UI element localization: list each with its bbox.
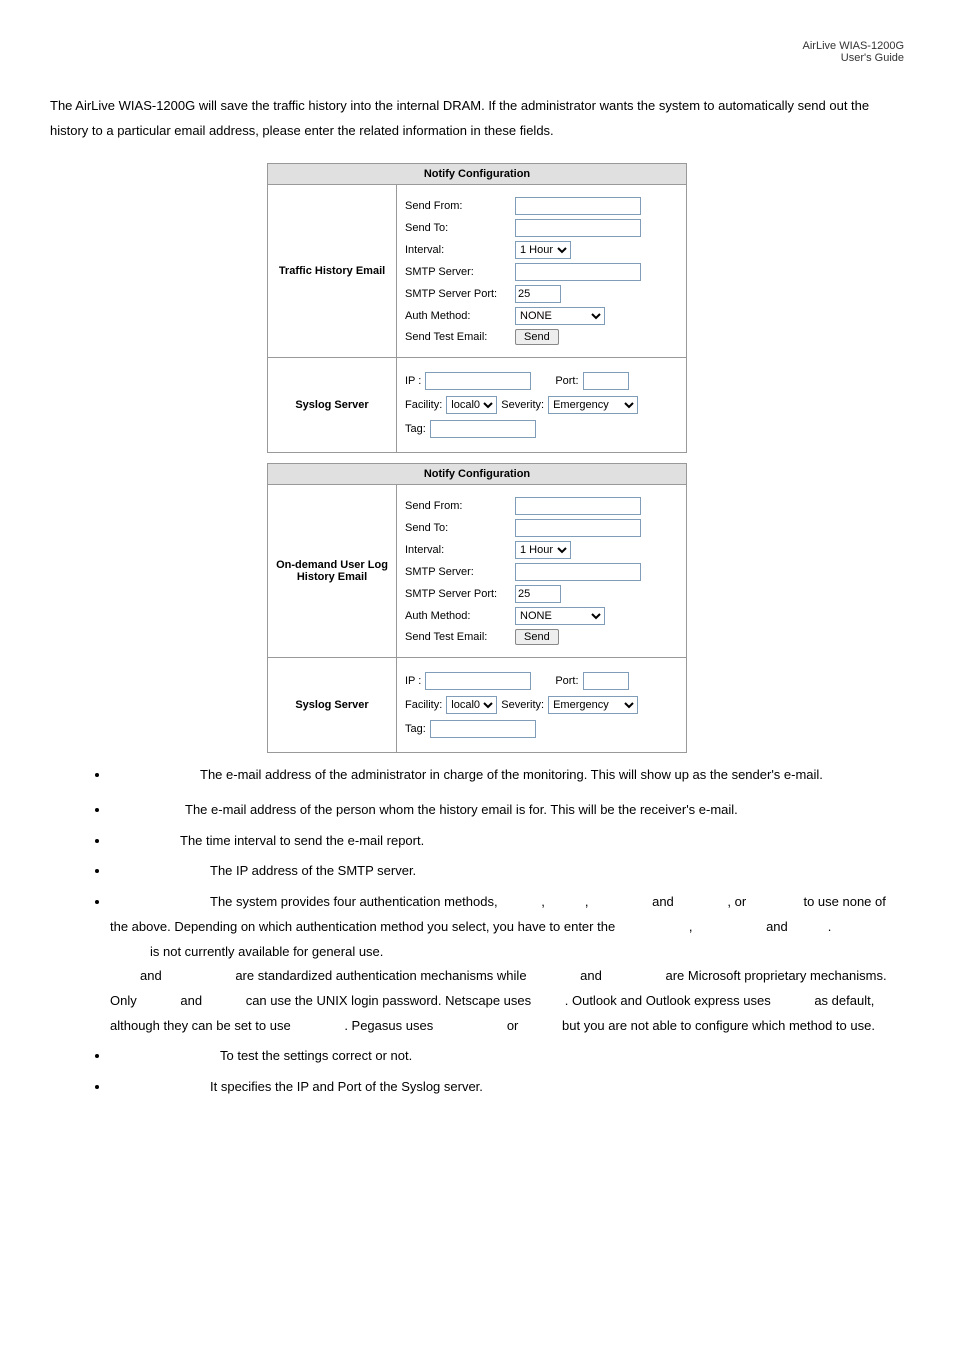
send-to-input-2[interactable] (515, 519, 641, 537)
notify-config-table-1: Notify Configuration Traffic History Ema… (267, 163, 687, 453)
send-from-label: Send From: (405, 200, 515, 212)
section-header-2: Notify Configuration (268, 464, 687, 485)
tag-label: Tag: (405, 423, 426, 435)
doc-header: AirLive WIAS-1200G User's Guide (50, 40, 904, 64)
bullet-list: The e-mail address of the administrator … (50, 763, 904, 788)
bullet-2: The e-mail address of the person whom th… (110, 798, 904, 823)
severity-select[interactable]: Emergency (548, 396, 638, 414)
interval-label: Interval: (405, 244, 515, 256)
syslog-fields-1: IP : Port: Facility: local0 Severity: Em… (397, 358, 687, 453)
ip-input-2[interactable] (425, 672, 531, 690)
severity-select-2[interactable]: Emergency (548, 696, 638, 714)
smtp-server-input-2[interactable] (515, 563, 641, 581)
bullet-5: The system provides four authentication … (110, 890, 904, 1038)
tag-input-2[interactable] (430, 720, 536, 738)
syslog-fields-2: IP : Port: Facility: local0 Severity: Em… (397, 658, 687, 753)
send-test-label-2: Send Test Email: (405, 631, 515, 643)
ip-input[interactable] (425, 372, 531, 390)
smtp-server-input[interactable] (515, 263, 641, 281)
ip-label-2: IP : (405, 675, 421, 687)
smtp-port-label: SMTP Server Port: (405, 288, 515, 300)
send-to-label-2: Send To: (405, 522, 515, 534)
tag-label-2: Tag: (405, 723, 426, 735)
product-name: AirLive WIAS-1200G (803, 40, 904, 52)
auth-method-select[interactable]: NONE (515, 307, 605, 325)
syslog-server-label-2: Syslog Server (268, 658, 397, 753)
smtp-port-label-2: SMTP Server Port: (405, 588, 515, 600)
ondemand-fields: Send From: Send To: Interval:1 Hour SMTP… (397, 485, 687, 658)
send-from-label-2: Send From: (405, 500, 515, 512)
send-test-button-2[interactable]: Send (515, 629, 559, 645)
port-label-2: Port: (555, 675, 578, 687)
facility-select-2[interactable]: local0 (446, 696, 497, 714)
bullet-4: The IP address of the SMTP server. (110, 859, 904, 884)
traffic-history-fields: Send From: Send To: Interval:1 Hour SMTP… (397, 185, 687, 358)
tag-input[interactable] (430, 420, 536, 438)
intro-paragraph: The AirLive WIAS-1200G will save the tra… (50, 94, 904, 143)
ip-label: IP : (405, 375, 421, 387)
traffic-history-email-label: Traffic History Email (268, 185, 397, 358)
port-label: Port: (555, 375, 578, 387)
send-from-input-2[interactable] (515, 497, 641, 515)
send-to-label: Send To: (405, 222, 515, 234)
interval-label-2: Interval: (405, 544, 515, 556)
send-test-label: Send Test Email: (405, 331, 515, 343)
port-input-2[interactable] (583, 672, 629, 690)
auth-method-select-2[interactable]: NONE (515, 607, 605, 625)
facility-select[interactable]: local0 (446, 396, 497, 414)
severity-label: Severity: (501, 399, 544, 411)
send-from-input[interactable] (515, 197, 641, 215)
facility-label: Facility: (405, 399, 442, 411)
port-input[interactable] (583, 372, 629, 390)
auth-method-label-2: Auth Method: (405, 610, 515, 622)
auth-method-label: Auth Method: (405, 310, 515, 322)
bullet-3: The time interval to send the e-mail rep… (110, 829, 904, 854)
send-test-button[interactable]: Send (515, 329, 559, 345)
section-header-1: Notify Configuration (268, 164, 687, 185)
syslog-server-label-1: Syslog Server (268, 358, 397, 453)
interval-select-2[interactable]: 1 Hour (515, 541, 571, 559)
severity-label-2: Severity: (501, 699, 544, 711)
smtp-port-input-2[interactable] (515, 585, 561, 603)
smtp-server-label: SMTP Server: (405, 266, 515, 278)
smtp-server-label-2: SMTP Server: (405, 566, 515, 578)
bullet-1: The e-mail address of the administrator … (110, 763, 904, 788)
send-to-input[interactable] (515, 219, 641, 237)
facility-label-2: Facility: (405, 699, 442, 711)
interval-select[interactable]: 1 Hour (515, 241, 571, 259)
notify-config-table-2: Notify Configuration On-demand User Log … (267, 463, 687, 753)
ondemand-label: On-demand User Log History Email (268, 485, 397, 658)
bullet-7: It specifies the IP and Port of the Sysl… (110, 1075, 904, 1100)
smtp-port-input[interactable] (515, 285, 561, 303)
doc-title: User's Guide (841, 52, 904, 64)
bullet-6: To test the settings correct or not. (110, 1044, 904, 1069)
bullet-list-2: The e-mail address of the person whom th… (50, 798, 904, 1100)
